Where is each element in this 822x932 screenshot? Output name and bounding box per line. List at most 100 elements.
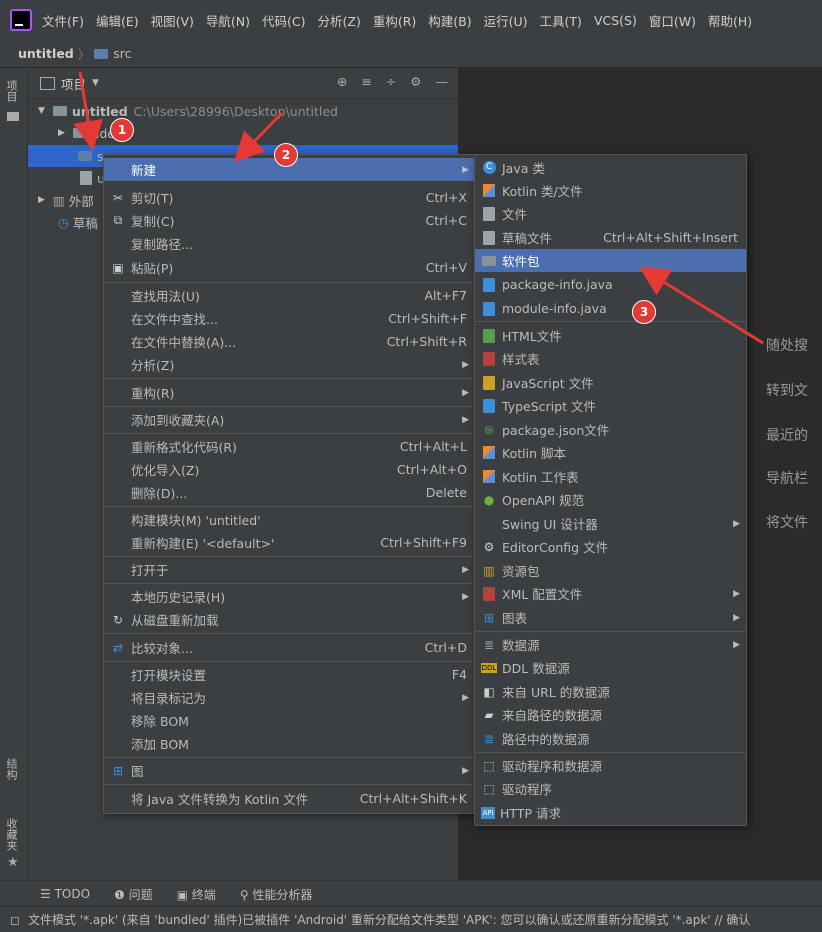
submenu-item-javascript[interactable]: JavaScript 文件 (475, 371, 746, 394)
breadcrumb-project[interactable]: untitled (18, 46, 74, 61)
submenu-item-package-json[interactable]: ⊛ package.json文件 (475, 418, 746, 441)
submenu-item-ddl[interactable]: DDL DDL 数据源 (475, 656, 746, 679)
menu-navigate[interactable]: 导航(N) (206, 11, 250, 30)
menu-item-convert-kotlin[interactable]: 将 Java 文件转换为 Kotlin 文件 Ctrl+Alt+Shift+K (104, 787, 475, 810)
status-toggle-icon[interactable]: ◻ (10, 913, 20, 927)
submenu-item-stylesheet[interactable]: 样式表 (475, 347, 746, 370)
menu-item-build-module[interactable]: 构建模块(M) 'untitled' (104, 508, 475, 531)
submenu-item-typescript[interactable]: TypeScript 文件 (475, 394, 746, 417)
menu-item-copy-path[interactable]: 复制路径... (104, 232, 475, 255)
breadcrumb-src[interactable]: src (94, 46, 132, 61)
menu-vcs[interactable]: VCS(S) (594, 13, 637, 28)
status-message[interactable]: 文件模式 '*.apk' (来自 'bundled' 插件)已被插件 'Andr… (28, 911, 750, 928)
root-path: C:\Users\28996\Desktop\untitled (133, 103, 338, 119)
submenu-item-editorconfig[interactable]: ⚙ EditorConfig 文件 (475, 535, 746, 558)
tool-window-profiler[interactable]: ⚲ 性能分析器 (240, 886, 313, 903)
editor-hint-recent: 最近的 (766, 428, 808, 444)
menu-view[interactable]: 视图(V) (151, 11, 194, 30)
submenu-item-http-request[interactable]: API HTTP 请求 (475, 801, 746, 824)
submenu-item-kotlin-class[interactable]: Kotlin 类/文件 (475, 179, 746, 202)
menu-item-find-in-files[interactable]: 在文件中查找... Ctrl+Shift+F (104, 307, 475, 330)
editor-hint-drop: 将文件 (766, 515, 808, 531)
submenu-item-java-class[interactable]: C Java 类 (475, 156, 746, 179)
submenu-item-path-data-source[interactable]: ▰ 来自路径的数据源 (475, 703, 746, 726)
tab-project[interactable]: 项目 (3, 80, 19, 102)
submenu-item-module-info[interactable]: module-info.java (475, 297, 746, 320)
tree-row-idea[interactable]: ▶ .idea (28, 122, 458, 144)
submenu-item-kotlin-script[interactable]: Kotlin 脚本 (475, 441, 746, 464)
menu-item-copy[interactable]: ⧉ 复制(C) Ctrl+C (104, 209, 475, 232)
html-icon (483, 328, 495, 343)
menu-item-compare[interactable]: ⇄ 比较对象... Ctrl+D (104, 636, 475, 659)
submenu-item-file[interactable]: 文件 (475, 202, 746, 225)
profiler-icon: ⚲ (239, 887, 253, 902)
submenu-item-package[interactable]: 软件包 (475, 249, 746, 272)
library-icon: ▥ (52, 192, 65, 208)
menu-item-module-settings[interactable]: 打开模块设置 F4 (104, 663, 475, 686)
menu-item-delete[interactable]: 删除(D)... Delete (104, 481, 475, 504)
submenu-item-openapi[interactable]: ● OpenAPI 规范 (475, 488, 746, 511)
menu-window[interactable]: 窗口(W) (649, 11, 696, 30)
submenu-item-swing-ui[interactable]: Swing UI 设计器 ▶ (475, 512, 746, 535)
menu-build[interactable]: 构建(B) (428, 11, 471, 30)
menu-item-reload-from-disk[interactable]: ↻ 从磁盘重新加载 (104, 608, 475, 631)
menu-item-open-in[interactable]: 打开于 ▶ (104, 558, 475, 581)
locate-icon[interactable]: ⊕ (337, 74, 347, 89)
menu-item-cut[interactable]: ✂ 剪切(T) Ctrl+X (104, 186, 475, 209)
tool-window-terminal[interactable]: ▣ 终端 (177, 886, 216, 903)
tool-window-todo[interactable]: ☰ TODO (40, 887, 90, 901)
menu-tools[interactable]: 工具(T) (540, 11, 582, 30)
menu-item-add-bom[interactable]: 添加 BOM (104, 732, 475, 755)
menu-file[interactable]: 文件(F) (42, 11, 84, 30)
diagram-icon: ⊞ (112, 763, 124, 778)
driver-icon: ⬚ (483, 781, 495, 796)
menu-item-remove-bom[interactable]: 移除 BOM (104, 709, 475, 732)
file-icon (483, 206, 495, 221)
chevron-down-icon[interactable]: ▼ (92, 78, 99, 88)
menu-run[interactable]: 运行(U) (484, 11, 528, 30)
submenu-item-package-info[interactable]: package-info.java (475, 273, 746, 296)
css-icon (483, 351, 495, 366)
menu-item-diagrams[interactable]: ⊞ 图 ▶ (104, 759, 475, 782)
ddl-icon: DDL (481, 662, 497, 673)
tool-window-problems[interactable]: ❶ 问题 (114, 886, 153, 903)
menu-refactor[interactable]: 重构(R) (373, 11, 416, 30)
tab-structure[interactable]: 结构 (3, 758, 19, 780)
expand-icon[interactable]: ÷ (386, 74, 396, 89)
scratch-icon: ◷ (58, 214, 69, 230)
tree-row-root[interactable]: ▼ untitled C:\Users\28996\Desktop\untitl… (28, 100, 458, 122)
submenu-item-html[interactable]: HTML文件 (475, 324, 746, 347)
submenu-item-scratch-file[interactable]: 草稿文件 Ctrl+Alt+Shift+Insert (475, 226, 746, 249)
tab-favorites[interactable]: 收藏夹 (3, 818, 19, 851)
menu-item-analyze[interactable]: 分析(Z) ▶ (104, 353, 475, 376)
menu-code[interactable]: 代码(C) (262, 11, 305, 30)
submenu-item-drivers-and-sources[interactable]: ⬚ 驱动程序和数据源 (475, 754, 746, 777)
menu-item-local-history[interactable]: 本地历史记录(H) ▶ (104, 585, 475, 608)
submenu-item-xml-config[interactable]: XML 配置文件 ▶ (475, 582, 746, 605)
kotlin-icon (483, 446, 495, 459)
menu-item-paste[interactable]: ▣ 粘贴(P) Ctrl+V (104, 256, 475, 279)
menu-item-refactor[interactable]: 重构(R) ▶ (104, 381, 475, 404)
menu-item-mark-directory[interactable]: 将目录标记为 ▶ (104, 686, 475, 709)
submenu-item-drivers[interactable]: ⬚ 驱动程序 (475, 777, 746, 800)
menu-item-replace-in-files[interactable]: 在文件中替换(A)... Ctrl+Shift+R (104, 330, 475, 353)
menu-help[interactable]: 帮助(H) (708, 11, 752, 30)
menu-item-reformat[interactable]: 重新格式化代码(R) Ctrl+Alt+L (104, 435, 475, 458)
minimize-icon[interactable]: — (436, 74, 449, 89)
menu-item-optimize-imports[interactable]: 优化导入(Z) Ctrl+Alt+O (104, 458, 475, 481)
submenu-item-data-source[interactable]: ≣ 数据源 ▶ (475, 633, 746, 656)
menu-item-add-favorites[interactable]: 添加到收藏夹(A) ▶ (104, 408, 475, 431)
submenu-item-kotlin-worksheet[interactable]: Kotlin 工作表 (475, 465, 746, 488)
gear-icon[interactable]: ⚙ (410, 74, 421, 89)
collapse-all-icon[interactable]: ≡ (361, 74, 371, 89)
submenu-item-diagram[interactable]: ⊞ 图表 ▶ (475, 606, 746, 629)
submenu-item-resource-bundle[interactable]: ▥ 资源包 (475, 559, 746, 582)
project-panel-title[interactable]: 项目 (61, 74, 86, 93)
menu-analyze[interactable]: 分析(Z) (318, 11, 361, 30)
submenu-item-url-data-source[interactable]: ◧ 来自 URL 的数据源 (475, 680, 746, 703)
gear-icon: ⚙ (483, 539, 495, 554)
menu-item-rebuild[interactable]: 重新构建(E) '<default>' Ctrl+Shift+F9 (104, 531, 475, 554)
menu-edit[interactable]: 编辑(E) (96, 11, 139, 30)
submenu-item-path-data-sources[interactable]: ≣ 路径中的数据源 (475, 727, 746, 750)
menu-item-find-usages[interactable]: 查找用法(U) Alt+F7 (104, 284, 475, 307)
